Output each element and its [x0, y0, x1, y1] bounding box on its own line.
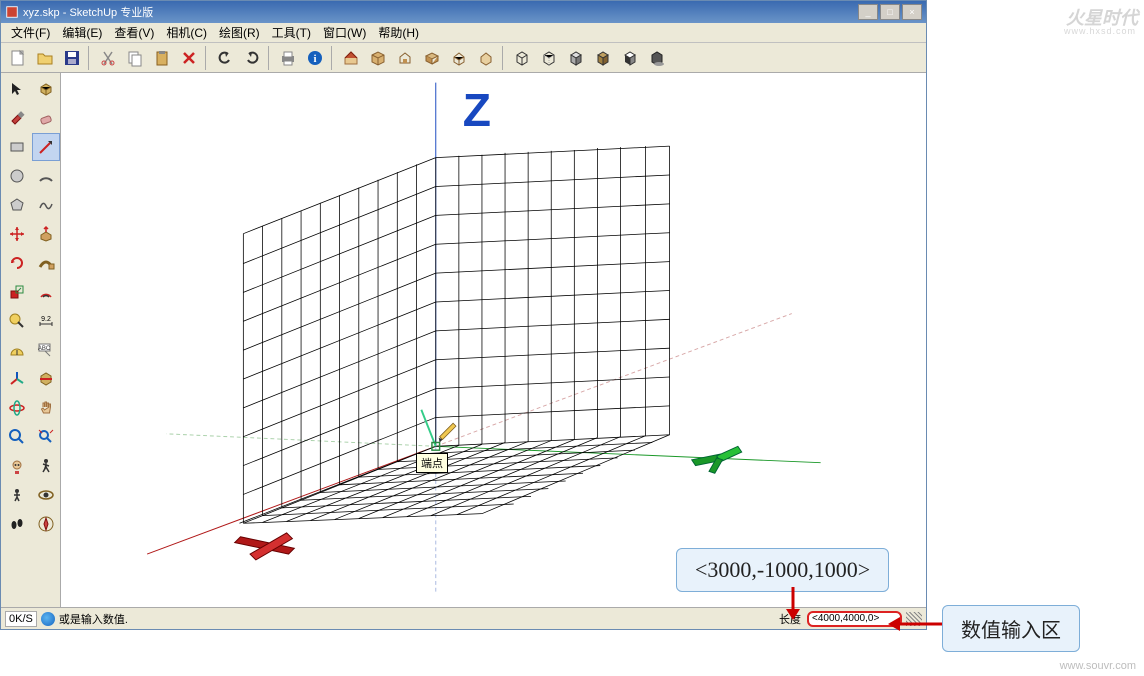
- section-icon[interactable]: [32, 365, 60, 393]
- shadow-icon[interactable]: [644, 45, 670, 71]
- box-model-icon[interactable]: [365, 45, 391, 71]
- print-icon[interactable]: [275, 45, 301, 71]
- app-window: xyz.skp - SketchUp 专业版 _ □ × 文件(F) 编辑(E)…: [0, 0, 927, 630]
- followme-icon[interactable]: [32, 249, 60, 277]
- new-file-icon[interactable]: [5, 45, 31, 71]
- minimize-button[interactable]: _: [858, 4, 878, 20]
- svg-text:9.2: 9.2: [41, 316, 51, 323]
- watermark-bottom: www.souvr.com: [1060, 660, 1136, 672]
- iso2-icon[interactable]: [446, 45, 472, 71]
- compass-icon[interactable]: [32, 510, 60, 538]
- monochrome-icon[interactable]: [617, 45, 643, 71]
- circle-icon[interactable]: [3, 162, 31, 190]
- window-controls: _ □ ×: [858, 4, 922, 20]
- arrow-left-icon: [888, 614, 942, 634]
- redo-icon[interactable]: [239, 45, 265, 71]
- callout-description: 数值输入区: [942, 605, 1080, 652]
- position-icon[interactable]: [3, 481, 31, 509]
- house-icon[interactable]: [338, 45, 364, 71]
- menu-view[interactable]: 查看(V): [108, 22, 160, 43]
- freehand-icon[interactable]: [32, 191, 60, 219]
- pan-icon[interactable]: [32, 394, 60, 422]
- wire-cube-icon[interactable]: [509, 45, 535, 71]
- dimension-icon[interactable]: 9.2: [32, 307, 60, 335]
- title-bar[interactable]: xyz.skp - SketchUp 专业版 _ □ ×: [1, 1, 926, 23]
- paste-icon[interactable]: [149, 45, 175, 71]
- menu-camera[interactable]: 相机(C): [160, 22, 213, 43]
- zoom-icon[interactable]: [3, 423, 31, 451]
- zoom-extents-icon[interactable]: [32, 423, 60, 451]
- maximize-button[interactable]: □: [880, 4, 900, 20]
- copy-icon[interactable]: [122, 45, 148, 71]
- protractor-icon[interactable]: [3, 336, 31, 364]
- undo-icon[interactable]: [212, 45, 238, 71]
- menu-window[interactable]: 窗口(W): [317, 22, 372, 43]
- move-icon[interactable]: [3, 220, 31, 248]
- iso3-icon[interactable]: [473, 45, 499, 71]
- shaded-icon[interactable]: [563, 45, 589, 71]
- scale-icon[interactable]: [3, 278, 31, 306]
- menu-edit[interactable]: 编辑(E): [56, 22, 108, 43]
- close-button[interactable]: ×: [902, 4, 922, 20]
- paint-icon[interactable]: [3, 104, 31, 132]
- axes-icon[interactable]: [3, 365, 31, 393]
- model-view: Z: [61, 73, 926, 607]
- browser-icon: [41, 612, 55, 626]
- app-icon: [5, 5, 19, 19]
- menu-bar: 文件(F) 编辑(E) 查看(V) 相机(C) 绘图(R) 工具(T) 窗口(W…: [1, 23, 926, 43]
- line-icon[interactable]: [32, 133, 60, 161]
- tape-icon[interactable]: [3, 307, 31, 335]
- top-toolbar: i: [1, 43, 926, 73]
- text-icon[interactable]: ABC: [32, 336, 60, 364]
- menu-help[interactable]: 帮助(H): [372, 22, 425, 43]
- eye-icon[interactable]: [32, 481, 60, 509]
- save-icon[interactable]: [59, 45, 85, 71]
- component-icon[interactable]: [32, 75, 60, 103]
- menu-draw[interactable]: 绘图(R): [213, 22, 266, 43]
- arrow-down-icon: [783, 587, 803, 621]
- callout-coordinate: <3000,-1000,1000>: [676, 548, 889, 592]
- watermark-sub: www.hxsd.com: [1064, 26, 1136, 36]
- delete-icon[interactable]: [176, 45, 202, 71]
- pushpull-icon[interactable]: [32, 220, 60, 248]
- arc-icon[interactable]: [32, 162, 60, 190]
- axis-z-label: Z: [463, 84, 491, 136]
- left-toolbar: 9.2 ABC: [1, 73, 61, 607]
- menu-file[interactable]: 文件(F): [5, 22, 56, 43]
- menu-tools[interactable]: 工具(T): [266, 22, 317, 43]
- hidden-line-icon[interactable]: [536, 45, 562, 71]
- status-speed: 0K/S: [5, 611, 37, 627]
- textured-icon[interactable]: [590, 45, 616, 71]
- rectangle-icon[interactable]: [3, 133, 31, 161]
- front-icon[interactable]: [392, 45, 418, 71]
- look-icon[interactable]: [3, 452, 31, 480]
- svg-text:i: i: [313, 53, 316, 65]
- svg-text:ABC: ABC: [38, 346, 51, 352]
- eraser-icon[interactable]: [32, 104, 60, 132]
- select-icon[interactable]: [3, 75, 31, 103]
- orbit-icon[interactable]: [3, 394, 31, 422]
- endpoint-tooltip: 端点: [416, 453, 448, 473]
- viewport[interactable]: Z 端点: [61, 73, 926, 607]
- open-file-icon[interactable]: [32, 45, 58, 71]
- iso1-icon[interactable]: [419, 45, 445, 71]
- polygon-icon[interactable]: [3, 191, 31, 219]
- status-text: 或是输入数值.: [59, 611, 128, 627]
- rotate-icon[interactable]: [3, 249, 31, 277]
- offset-icon[interactable]: [32, 278, 60, 306]
- window-title: xyz.skp - SketchUp 专业版: [23, 4, 858, 20]
- cut-icon[interactable]: [95, 45, 121, 71]
- footprint-icon[interactable]: [3, 510, 31, 538]
- walk-icon[interactable]: [32, 452, 60, 480]
- info-icon[interactable]: i: [302, 45, 328, 71]
